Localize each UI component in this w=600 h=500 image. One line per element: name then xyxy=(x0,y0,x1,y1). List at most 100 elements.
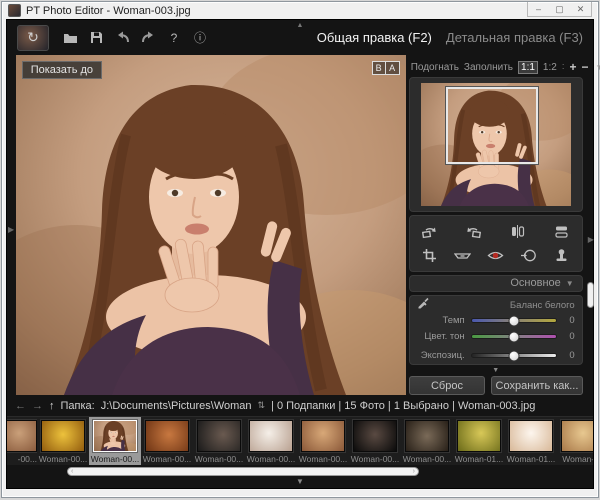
app-window: PT Photo Editor - Woman-003.jpg – ▢ ✕ ▲ … xyxy=(1,1,599,498)
zoom-1-1-button[interactable]: 1:1 xyxy=(518,61,538,74)
maximize-button[interactable]: ▢ xyxy=(549,2,570,16)
tab-general-edit[interactable]: Общая правка (F2) xyxy=(317,30,432,45)
thumbnail-image[interactable] xyxy=(405,420,449,452)
vertical-scrollbar-thumb[interactable] xyxy=(587,282,594,308)
white-balance-row: Баланс белого xyxy=(417,299,575,313)
zoom-in-button[interactable]: + xyxy=(569,60,576,74)
filmstrip-item[interactable]: Woman-01 xyxy=(557,417,593,465)
before-button[interactable]: B xyxy=(372,61,386,75)
mode-tabs: Общая правка (F2) Детальная правка (F3) xyxy=(317,30,583,45)
straighten-icon[interactable] xyxy=(451,245,475,265)
tools-panel xyxy=(409,215,583,272)
filmstrip-item[interactable]: Woman-00... xyxy=(349,417,401,465)
photo-canvas[interactable]: Показать до B A xyxy=(16,55,406,395)
temp-slider[interactable] xyxy=(471,318,557,323)
right-panel: Подогнать Заполнить 1:1 1:2 ∶ + − ▼ xyxy=(406,55,587,395)
basic-section-header[interactable]: Основное ▼ xyxy=(409,275,583,292)
tint-slider-value: 0 xyxy=(563,331,575,342)
spot-removal-icon[interactable] xyxy=(517,245,541,265)
minimize-button[interactable]: – xyxy=(528,2,549,16)
zoom-dropdown-icon[interactable]: ▼ xyxy=(595,63,600,72)
folder-path[interactable]: J:\Documents\Pictures\Woman xyxy=(101,400,252,412)
thumbnail-image[interactable] xyxy=(249,420,293,452)
tint-slider[interactable] xyxy=(471,334,557,339)
save-button[interactable] xyxy=(85,29,107,47)
flip-horizontal-icon[interactable] xyxy=(506,222,530,242)
rotate-right-icon[interactable] xyxy=(462,222,486,242)
forward-arrow-icon[interactable]: → xyxy=(32,400,43,412)
horizontal-scrollbar-thumb[interactable]: ‹ › xyxy=(67,467,419,476)
filmstrip-item[interactable]: Woman-00... xyxy=(245,417,297,465)
thumbnail-image[interactable] xyxy=(93,420,137,452)
thumbnail-label: Woman-00... xyxy=(403,454,452,464)
zoom-fill-button[interactable]: Заполнить xyxy=(464,62,513,73)
filmstrip[interactable]: -00... Woman-00... Woman-00... Woman-00.… xyxy=(7,416,593,465)
collapse-filmstrip-icon[interactable]: ▼ xyxy=(7,478,593,488)
thumbnail-image[interactable] xyxy=(145,420,189,452)
open-folder-button[interactable] xyxy=(59,29,81,47)
thumbnail-image[interactable] xyxy=(353,420,397,452)
zoom-fit-button[interactable]: Подогнать xyxy=(411,62,459,73)
edited-photo xyxy=(16,55,406,395)
scroll-right-icon[interactable]: › xyxy=(413,468,415,475)
after-button[interactable]: A xyxy=(386,61,400,75)
filmstrip-item[interactable]: Woman-00... xyxy=(37,417,89,465)
show-before-button[interactable]: Показать до xyxy=(22,61,102,79)
red-eye-icon[interactable] xyxy=(484,245,508,265)
thumbnail-image[interactable] xyxy=(197,420,241,452)
tools-row-2 xyxy=(418,245,574,265)
help-button[interactable]: ? xyxy=(163,29,185,47)
flip-vertical-icon[interactable] xyxy=(550,222,574,242)
thumbnail-label: Woman-01 xyxy=(562,454,593,464)
folder-stats: | 0 Подпапки | 15 Фото | 1 Выбрано | Wom… xyxy=(271,400,535,412)
navigator-viewport-rect[interactable] xyxy=(446,87,538,164)
thumbnail-label: Woman-00... xyxy=(195,454,244,464)
horizontal-scrollbar[interactable]: ‹ › xyxy=(7,465,593,478)
temp-slider-knob[interactable] xyxy=(508,315,519,326)
sort-toggle-icon[interactable]: ⇅ xyxy=(258,400,266,411)
thumbnail-image[interactable] xyxy=(41,420,85,452)
exposure-slider[interactable] xyxy=(471,353,557,358)
expand-right-panel-icon[interactable]: ▶ xyxy=(588,235,594,244)
thumbnail-image[interactable] xyxy=(457,420,501,452)
info-button[interactable]: ⓘ xyxy=(189,29,211,47)
filmstrip-item[interactable]: -00... xyxy=(7,417,37,465)
navigator-panel xyxy=(409,77,583,213)
tint-slider-knob[interactable] xyxy=(508,331,519,342)
filmstrip-item[interactable]: Woman-00... xyxy=(297,417,349,465)
zoom-bar: Подогнать Заполнить 1:1 1:2 ∶ + − ▼ xyxy=(409,58,583,77)
navigator-preview[interactable] xyxy=(421,83,571,206)
filmstrip-item-selected[interactable]: Woman-00... xyxy=(89,417,141,465)
close-button[interactable]: ✕ xyxy=(570,2,591,16)
filmstrip-item[interactable]: Woman-00... xyxy=(141,417,193,465)
before-after-toggle: B A xyxy=(372,61,400,75)
redo-button[interactable] xyxy=(137,29,159,47)
back-arrow-icon[interactable]: ← xyxy=(15,400,26,412)
scroll-left-icon[interactable]: ‹ xyxy=(71,468,73,475)
section-collapse-icon[interactable]: ▼ xyxy=(566,279,574,288)
title-bar[interactable]: PT Photo Editor - Woman-003.jpg – ▢ ✕ xyxy=(2,2,598,19)
thumbnail-image[interactable] xyxy=(7,420,37,452)
clone-stamp-icon[interactable] xyxy=(550,245,574,265)
expand-left-panel-icon[interactable]: ▶ xyxy=(8,225,14,234)
tab-detail-edit[interactable]: Детальная правка (F3) xyxy=(446,30,583,45)
exposure-slider-knob[interactable] xyxy=(508,350,519,361)
thumbnail-image[interactable] xyxy=(301,420,345,452)
crop-icon[interactable] xyxy=(418,245,442,265)
thumbnail-label: Woman-00... xyxy=(351,454,400,464)
collapse-toolbar-icon[interactable]: ▲ xyxy=(297,22,304,29)
eyedropper-icon[interactable] xyxy=(417,297,430,315)
rotate-left-icon[interactable] xyxy=(418,222,442,242)
filmstrip-item[interactable]: Woman-00... xyxy=(193,417,245,465)
up-folder-icon[interactable]: ↑ xyxy=(49,400,55,412)
thumbnail-image[interactable] xyxy=(509,420,553,452)
thumbnail-image[interactable] xyxy=(561,420,593,452)
undo-button[interactable] xyxy=(111,29,133,47)
zoom-1-2-button[interactable]: 1:2 xyxy=(543,62,557,73)
save-as-button[interactable]: Сохранить как... xyxy=(491,376,582,395)
filmstrip-item[interactable]: Woman-01... xyxy=(505,417,557,465)
filmstrip-item[interactable]: Woman-01... xyxy=(453,417,505,465)
panel-scroll-down-icon[interactable]: ▼ xyxy=(409,367,583,374)
reset-button[interactable]: Сброс xyxy=(409,376,486,395)
filmstrip-item[interactable]: Woman-00... xyxy=(401,417,453,465)
